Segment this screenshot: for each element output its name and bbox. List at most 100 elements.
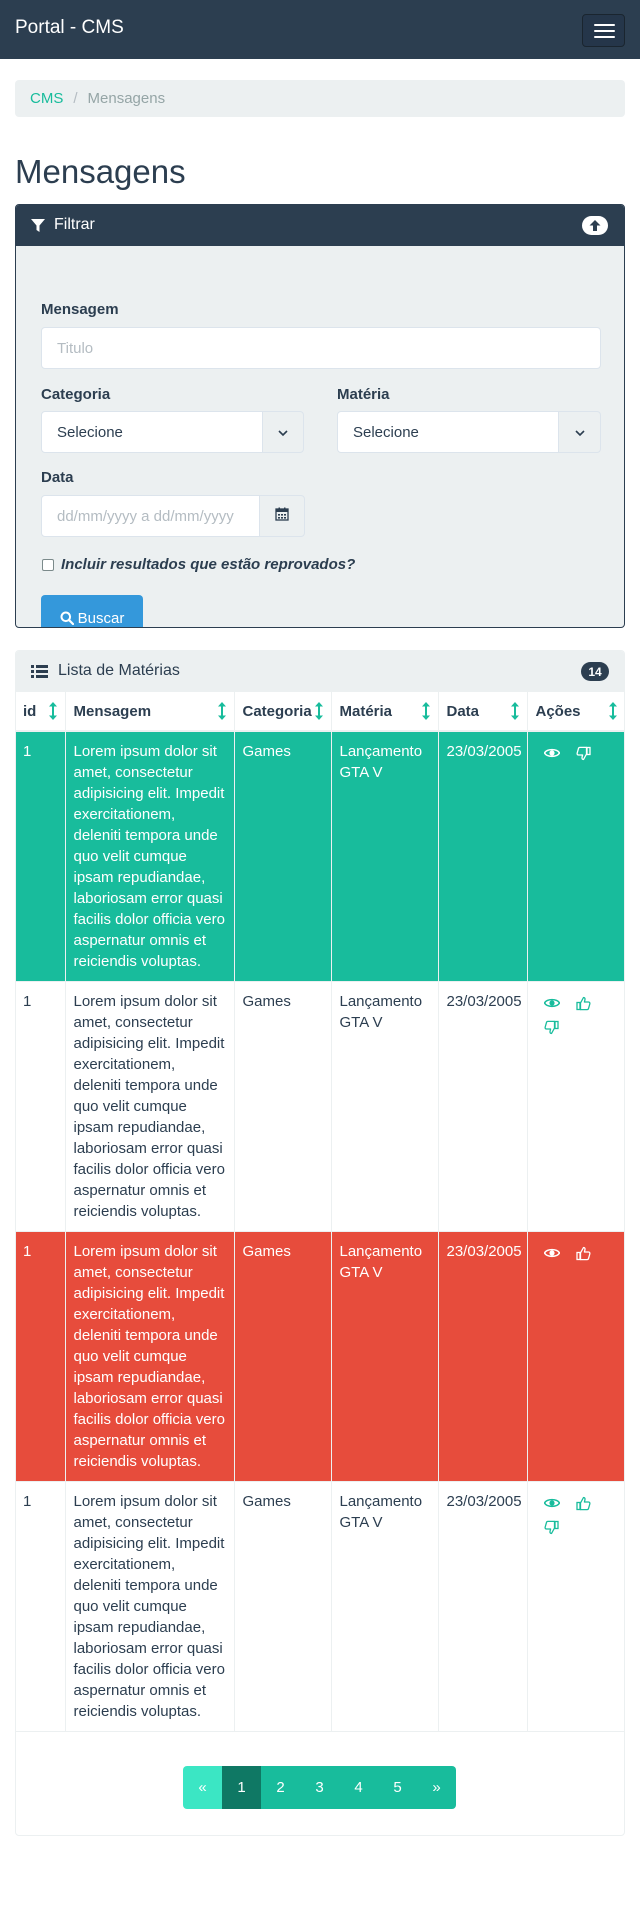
reject-button[interactable] bbox=[536, 1515, 568, 1539]
filter-icon bbox=[31, 219, 45, 237]
approve-button[interactable] bbox=[568, 1241, 600, 1265]
column-header-data[interactable]: Data bbox=[438, 692, 528, 732]
eye-icon bbox=[543, 997, 560, 1009]
cell-mensagem: Lorem ipsum dolor sit amet, consectetur … bbox=[65, 731, 235, 982]
pagination-page-1[interactable]: 1 bbox=[222, 1766, 261, 1809]
thumbs-up-icon bbox=[576, 1246, 591, 1261]
cell-mensagem: Lorem ipsum dolor sit amet, consectetur … bbox=[65, 1231, 235, 1482]
materia-dropdown-button[interactable] bbox=[558, 411, 601, 453]
table-row: 1 Lorem ipsum dolor sit amet, consectetur… bbox=[16, 981, 624, 1232]
search-icon bbox=[60, 611, 74, 625]
list-icon bbox=[31, 665, 48, 682]
approve-button[interactable] bbox=[568, 991, 600, 1015]
cell-id: 1 bbox=[16, 981, 66, 1232]
date-picker-button[interactable] bbox=[259, 495, 305, 537]
column-header-label: Matéria bbox=[339, 702, 393, 720]
column-header-acoes[interactable]: Ações bbox=[527, 692, 624, 732]
cell-materia: Lançamento GTA V bbox=[331, 731, 439, 982]
categoria-dropdown-button[interactable] bbox=[262, 411, 304, 453]
thumbs-down-icon bbox=[544, 1020, 559, 1035]
navbar-toggle-button[interactable] bbox=[582, 14, 625, 47]
cell-data: 23/03/2005 bbox=[438, 731, 528, 982]
eye-icon bbox=[543, 1497, 560, 1509]
eye-icon bbox=[543, 747, 560, 759]
cell-categoria: Games bbox=[234, 1481, 332, 1732]
cell-acoes bbox=[527, 981, 624, 1232]
cell-materia: Lançamento GTA V bbox=[331, 1481, 439, 1732]
column-header-categoria[interactable]: Categoria bbox=[234, 692, 332, 732]
date-range-input[interactable]: dd/mm/yyyy a dd/mm/yyyy bbox=[41, 495, 260, 537]
cell-materia: Lançamento GTA V bbox=[331, 1231, 439, 1482]
row-actions bbox=[536, 1241, 616, 1265]
view-button[interactable] bbox=[536, 741, 568, 765]
approve-button[interactable] bbox=[568, 1491, 600, 1515]
eye-icon bbox=[543, 1247, 560, 1259]
categoria-label: Categoria bbox=[41, 386, 111, 403]
cell-acoes bbox=[527, 1231, 624, 1482]
materia-label: Matéria bbox=[337, 386, 390, 403]
sort-icon bbox=[609, 702, 617, 724]
pagination-page-2[interactable]: 2 bbox=[261, 1766, 300, 1809]
filter-panel: Filtrar Mensagem Titulo Categoria Seleci… bbox=[15, 204, 625, 628]
column-header-label: Data bbox=[446, 702, 480, 720]
include-rejected-option: Incluir resultados que estão reprovados? bbox=[42, 556, 355, 573]
sort-icon bbox=[314, 702, 323, 724]
include-rejected-checkbox[interactable] bbox=[42, 558, 54, 571]
navbar: Portal - CMS bbox=[0, 0, 640, 59]
column-header-label: Mensagem bbox=[73, 702, 152, 720]
view-button[interactable] bbox=[536, 1491, 568, 1515]
table-row: 1 Lorem ipsum dolor sit amet, consectetur… bbox=[16, 1481, 624, 1732]
row-actions bbox=[536, 991, 616, 1039]
cell-categoria: Games bbox=[234, 1231, 332, 1482]
table-header-row: id Mensagem Categoria Matéria Data Ações bbox=[16, 692, 624, 732]
pagination-next[interactable]: » bbox=[417, 1766, 456, 1809]
search-button[interactable]: Buscar bbox=[41, 595, 143, 627]
cell-categoria: Games bbox=[234, 731, 332, 982]
cell-id: 1 bbox=[16, 1481, 66, 1732]
breadcrumb-separator: / bbox=[73, 90, 78, 107]
thumbs-up-icon bbox=[576, 996, 591, 1011]
pagination-page-5[interactable]: 5 bbox=[378, 1766, 417, 1809]
reject-button[interactable] bbox=[536, 1015, 568, 1039]
include-rejected-label[interactable]: Incluir resultados que estão reprovados? bbox=[61, 556, 355, 573]
cell-mensagem: Lorem ipsum dolor sit amet, consectetur … bbox=[65, 1481, 235, 1732]
materia-select[interactable]: Selecione bbox=[337, 411, 559, 453]
reject-button[interactable] bbox=[568, 741, 600, 765]
filter-panel-title: Filtrar bbox=[54, 216, 95, 233]
collapse-panel-button[interactable] bbox=[582, 216, 608, 235]
mensagem-input[interactable]: Titulo bbox=[41, 327, 601, 369]
list-panel-title: Lista de Matérias bbox=[58, 662, 180, 679]
thumbs-down-icon bbox=[544, 1520, 559, 1535]
column-header-materia[interactable]: Matéria bbox=[331, 692, 439, 732]
cell-data: 23/03/2005 bbox=[438, 981, 528, 1232]
thumbs-down-icon bbox=[576, 746, 591, 761]
cell-data: 23/03/2005 bbox=[438, 1481, 528, 1732]
table-row: 1 Lorem ipsum dolor sit amet, consectetur… bbox=[16, 731, 624, 982]
cell-id: 1 bbox=[16, 1231, 66, 1482]
column-header-id[interactable]: id bbox=[16, 692, 66, 732]
breadcrumb-current: Mensagens bbox=[87, 90, 166, 107]
arrow-up-circle-icon bbox=[582, 220, 608, 239]
chevron-down-icon bbox=[574, 424, 586, 441]
sort-icon bbox=[421, 702, 430, 724]
view-button[interactable] bbox=[536, 991, 568, 1015]
search-button-label: Buscar bbox=[77, 609, 125, 627]
pagination-page-4[interactable]: 4 bbox=[339, 1766, 378, 1809]
cell-materia: Lançamento GTA V bbox=[331, 981, 439, 1232]
column-header-mensagem[interactable]: Mensagem bbox=[65, 692, 235, 732]
pagination-page-3[interactable]: 3 bbox=[300, 1766, 339, 1809]
view-button[interactable] bbox=[536, 1241, 568, 1265]
sort-icon bbox=[48, 702, 57, 724]
breadcrumb-link-cms[interactable]: CMS bbox=[30, 90, 63, 107]
breadcrumb: CMS / Mensagens bbox=[15, 80, 625, 117]
column-header-label: id bbox=[23, 702, 37, 720]
calendar-icon bbox=[275, 507, 289, 525]
pagination-prev[interactable]: « bbox=[183, 1766, 222, 1809]
navbar-brand[interactable]: Portal - CMS bbox=[15, 17, 124, 39]
cell-mensagem: Lorem ipsum dolor sit amet, consectetur … bbox=[65, 981, 235, 1232]
sort-icon bbox=[217, 702, 226, 724]
column-header-label: Ações bbox=[535, 702, 581, 720]
categoria-select[interactable]: Selecione bbox=[41, 411, 263, 453]
cell-acoes bbox=[527, 731, 624, 982]
row-actions bbox=[536, 741, 616, 765]
